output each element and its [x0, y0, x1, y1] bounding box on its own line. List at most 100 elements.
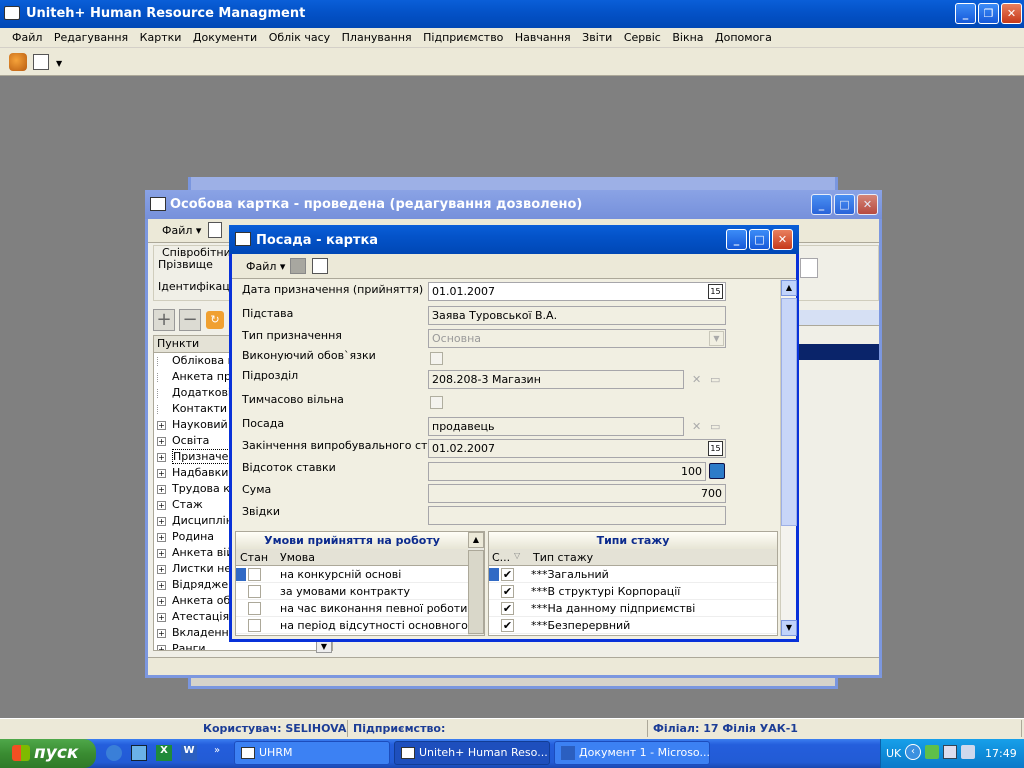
position-close-button[interactable]: ✕ — [772, 229, 793, 250]
minimize-button[interactable]: _ — [955, 3, 976, 24]
position-file-menu[interactable]: Файл ▾ — [246, 260, 285, 273]
card-icon[interactable] — [33, 54, 49, 70]
probation-end-field[interactable]: 01.02.2007 — [428, 439, 726, 458]
scroll-thumb[interactable] — [781, 298, 797, 526]
calculator-icon[interactable] — [709, 463, 725, 479]
acting-checkbox[interactable] — [430, 352, 443, 365]
condition-checkbox[interactable] — [248, 568, 261, 581]
surname-field[interactable] — [800, 258, 818, 278]
table-row[interactable]: ✔ ***На данному підприємстві — [489, 600, 777, 617]
menu-service[interactable]: Сервіс — [624, 31, 661, 44]
tray-monitor-icon[interactable] — [943, 745, 957, 759]
menu-reports[interactable]: Звіти — [582, 31, 612, 44]
word-icon[interactable]: W — [181, 745, 197, 761]
refresh-icon[interactable]: ↻ — [206, 311, 224, 329]
properties-icon[interactable] — [312, 258, 328, 274]
table-row[interactable]: ✔ ***Загальний — [489, 566, 777, 583]
department-clear-icon[interactable]: ✕ — [692, 373, 701, 386]
tray-volume-icon[interactable] — [961, 745, 975, 759]
condition-checkbox[interactable] — [248, 619, 261, 632]
table-row[interactable]: ✔ ***Безперервний — [489, 617, 777, 634]
menu-edit[interactable]: Редагування — [54, 31, 128, 44]
department-select-icon[interactable]: ▭ — [710, 373, 720, 386]
condition-checkbox[interactable] — [248, 602, 261, 615]
date-field[interactable]: 01.01.2007 — [428, 282, 726, 301]
card-minimize-button[interactable]: _ — [811, 194, 832, 215]
expand-icon[interactable]: + — [157, 532, 166, 542]
position-field[interactable]: продавець — [428, 417, 684, 436]
tree-item[interactable]: + Ранги — [157, 641, 332, 650]
menu-timekeeping[interactable]: Облік часу — [269, 31, 330, 44]
expand-icon[interactable]: + — [157, 500, 166, 510]
scroll-up-arrow[interactable]: ▲ — [781, 280, 797, 296]
expand-icon[interactable]: + — [157, 452, 166, 462]
save-icon[interactable] — [290, 258, 306, 274]
position-maximize-button[interactable]: □ — [749, 229, 770, 250]
table-row[interactable]: ✔ ***В структурі Корпорації — [489, 583, 777, 600]
menu-cards[interactable]: Картки — [140, 31, 182, 44]
people-icon[interactable] — [9, 53, 27, 71]
rate-percent-field[interactable]: 100 — [428, 462, 706, 481]
ie-icon[interactable] — [106, 745, 122, 761]
menu-enterprise[interactable]: Підприємство — [423, 31, 503, 44]
quick-launch-chevron-icon[interactable]: » — [214, 745, 220, 756]
seniority-checkbox[interactable]: ✔ — [501, 585, 514, 598]
expand-icon[interactable]: + — [157, 644, 166, 650]
conditions-scrollbar[interactable]: ▲ — [468, 532, 484, 635]
position-clear-icon[interactable]: ✕ — [692, 420, 701, 433]
type-dropdown-icon[interactable]: ▼ — [709, 331, 724, 346]
expand-icon[interactable]: + — [157, 468, 166, 478]
dropdown-arrow-icon[interactable]: ▼ — [56, 59, 62, 68]
tray-network-icon[interactable] — [925, 745, 939, 759]
expand-icon[interactable]: + — [157, 628, 166, 638]
expand-icon[interactable]: + — [157, 484, 166, 494]
card-maximize-button[interactable]: □ — [834, 194, 855, 215]
table-row[interactable]: за умовами контракту — [236, 583, 468, 600]
language-indicator[interactable]: UK — [886, 747, 901, 760]
expand-icon[interactable]: + — [157, 516, 166, 526]
department-field[interactable]: 208.208-3 Магазин — [428, 370, 684, 389]
excel-icon[interactable]: X — [156, 745, 172, 761]
scroll-down-arrow[interactable]: ▼ — [781, 620, 797, 636]
task-word[interactable]: Документ 1 - Microso... — [554, 741, 710, 765]
card-file-menu[interactable]: Файл ▾ — [162, 224, 201, 237]
source-field[interactable] — [428, 506, 726, 525]
table-row[interactable]: на час виконання певної роботи — [236, 600, 468, 617]
seniority-checkbox[interactable]: ✔ — [501, 602, 514, 615]
expand-icon[interactable]: + — [157, 580, 166, 590]
add-icon[interactable]: + — [153, 309, 175, 331]
expand-icon[interactable]: + — [157, 420, 166, 430]
close-button[interactable]: ✕ — [1001, 3, 1022, 24]
seniority-checkbox[interactable]: ✔ — [501, 568, 514, 581]
expand-icon[interactable]: + — [157, 436, 166, 446]
task-uhrm[interactable]: UHRM — [234, 741, 390, 765]
expand-icon[interactable]: + — [157, 612, 166, 622]
condition-checkbox[interactable] — [248, 585, 261, 598]
basis-field[interactable]: Заява Туровської В.А. — [428, 306, 726, 325]
expand-icon[interactable]: + — [157, 564, 166, 574]
menu-training[interactable]: Навчання — [515, 31, 571, 44]
table-row[interactable]: на період відсутності основного прац — [236, 617, 484, 634]
remove-icon[interactable]: − — [179, 309, 201, 331]
position-select-icon[interactable]: ▭ — [710, 420, 720, 433]
task-uniteh[interactable]: Uniteh+ Human Reso... — [394, 741, 550, 765]
menu-file[interactable]: Файл — [12, 31, 42, 44]
menu-planning[interactable]: Планування — [342, 31, 412, 44]
expand-icon[interactable]: + — [157, 548, 166, 558]
probation-calendar-icon[interactable]: 15 — [708, 441, 723, 456]
menu-windows[interactable]: Вікна — [672, 31, 703, 44]
sum-field[interactable]: 700 — [428, 484, 726, 503]
date-calendar-icon[interactable]: 15 — [708, 284, 723, 299]
tree-scroll-arrow[interactable]: ▼ — [316, 641, 332, 653]
seniority-checkbox[interactable]: ✔ — [501, 619, 514, 632]
menu-documents[interactable]: Документи — [193, 31, 257, 44]
card-close-button[interactable]: ✕ — [857, 194, 878, 215]
expand-icon[interactable]: + — [157, 596, 166, 606]
card-doc-icon[interactable] — [208, 222, 222, 238]
position-minimize-button[interactable]: _ — [726, 229, 747, 250]
sort-icon[interactable]: ▽ — [514, 551, 520, 560]
temp-vacant-checkbox[interactable] — [430, 396, 443, 409]
menu-help[interactable]: Допомога — [715, 31, 772, 44]
tray-expand-icon[interactable]: ‹ — [905, 744, 921, 760]
desktop-icon[interactable] — [131, 745, 147, 761]
